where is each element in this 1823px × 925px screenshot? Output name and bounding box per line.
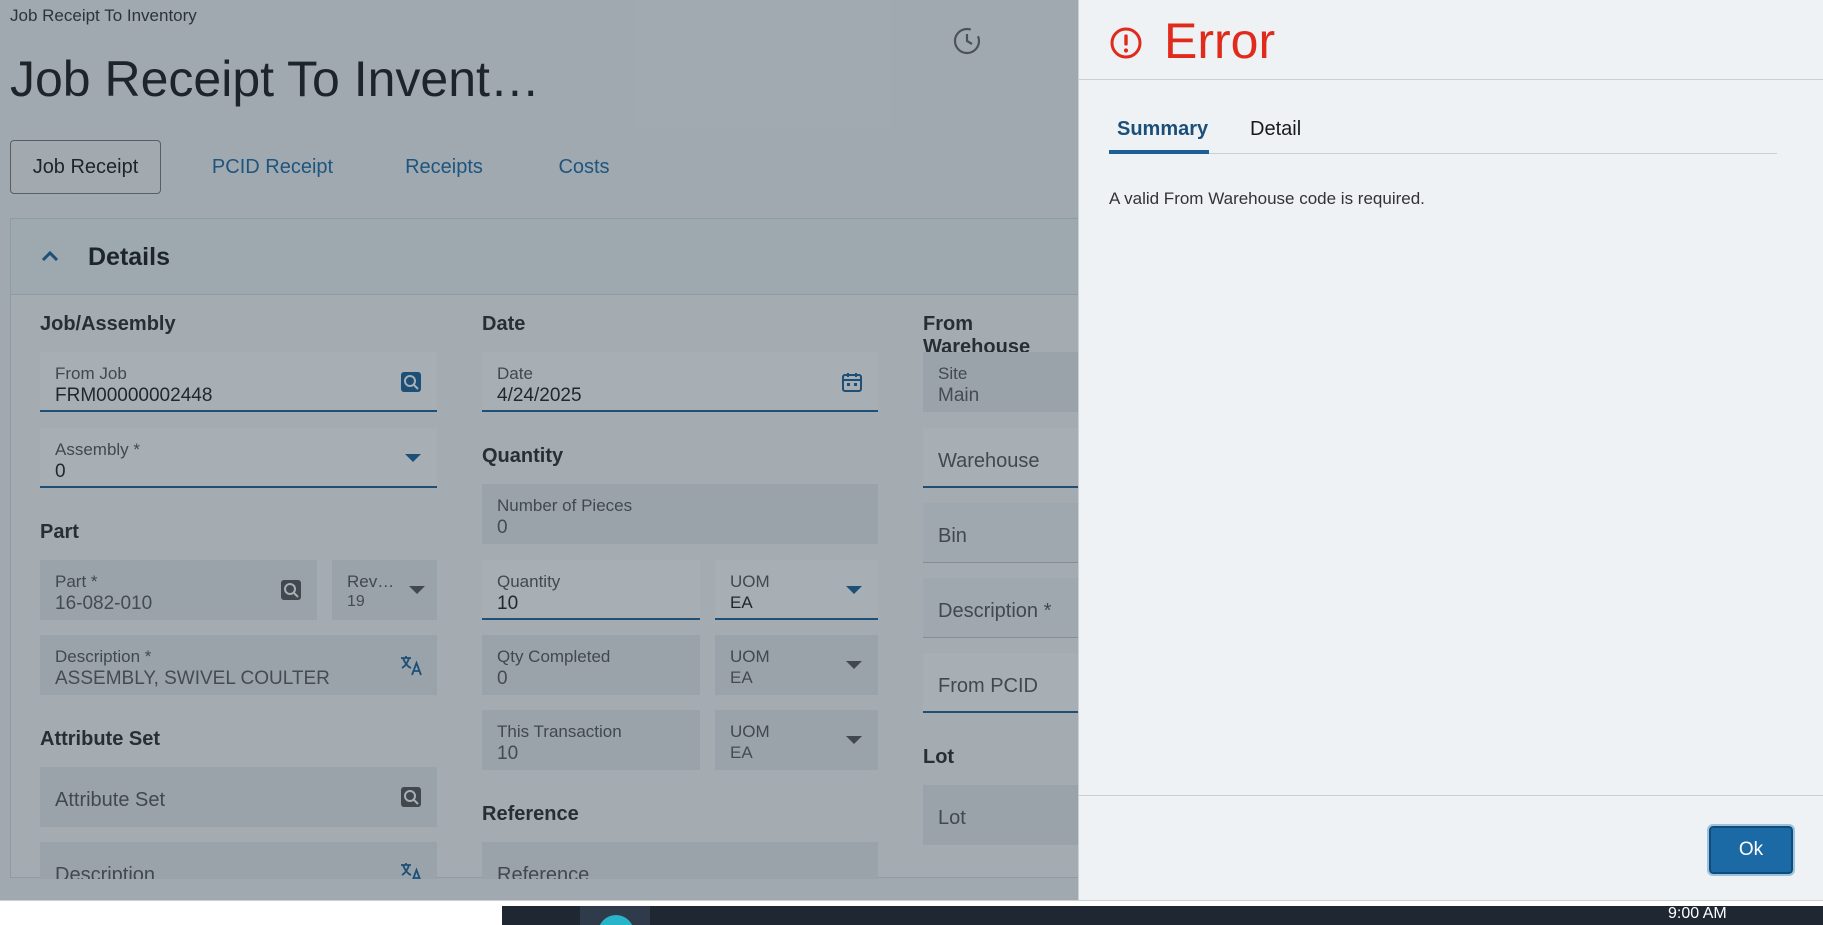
- error-panel: Error Summary Detail A valid From Wareho…: [1078, 0, 1823, 900]
- divider: [1079, 79, 1823, 80]
- active-tab-indicator: [1109, 150, 1209, 154]
- taskbar-bar: [502, 906, 1823, 925]
- clock[interactable]: 9:00 AM: [1668, 905, 1727, 923]
- modal-backdrop[interactable]: [0, 0, 1078, 900]
- ok-button[interactable]: Ok: [1707, 824, 1795, 876]
- tab-summary[interactable]: Summary: [1117, 118, 1208, 141]
- error-message: A valid From Warehouse code is required.: [1109, 189, 1425, 208]
- tab-detail[interactable]: Detail: [1250, 118, 1301, 141]
- error-title: Error: [1164, 13, 1276, 69]
- tab-divider: [1109, 153, 1777, 154]
- divider: [1079, 795, 1823, 796]
- error-icon: [1110, 27, 1142, 59]
- taskbar: 9:00 AM: [0, 900, 1823, 925]
